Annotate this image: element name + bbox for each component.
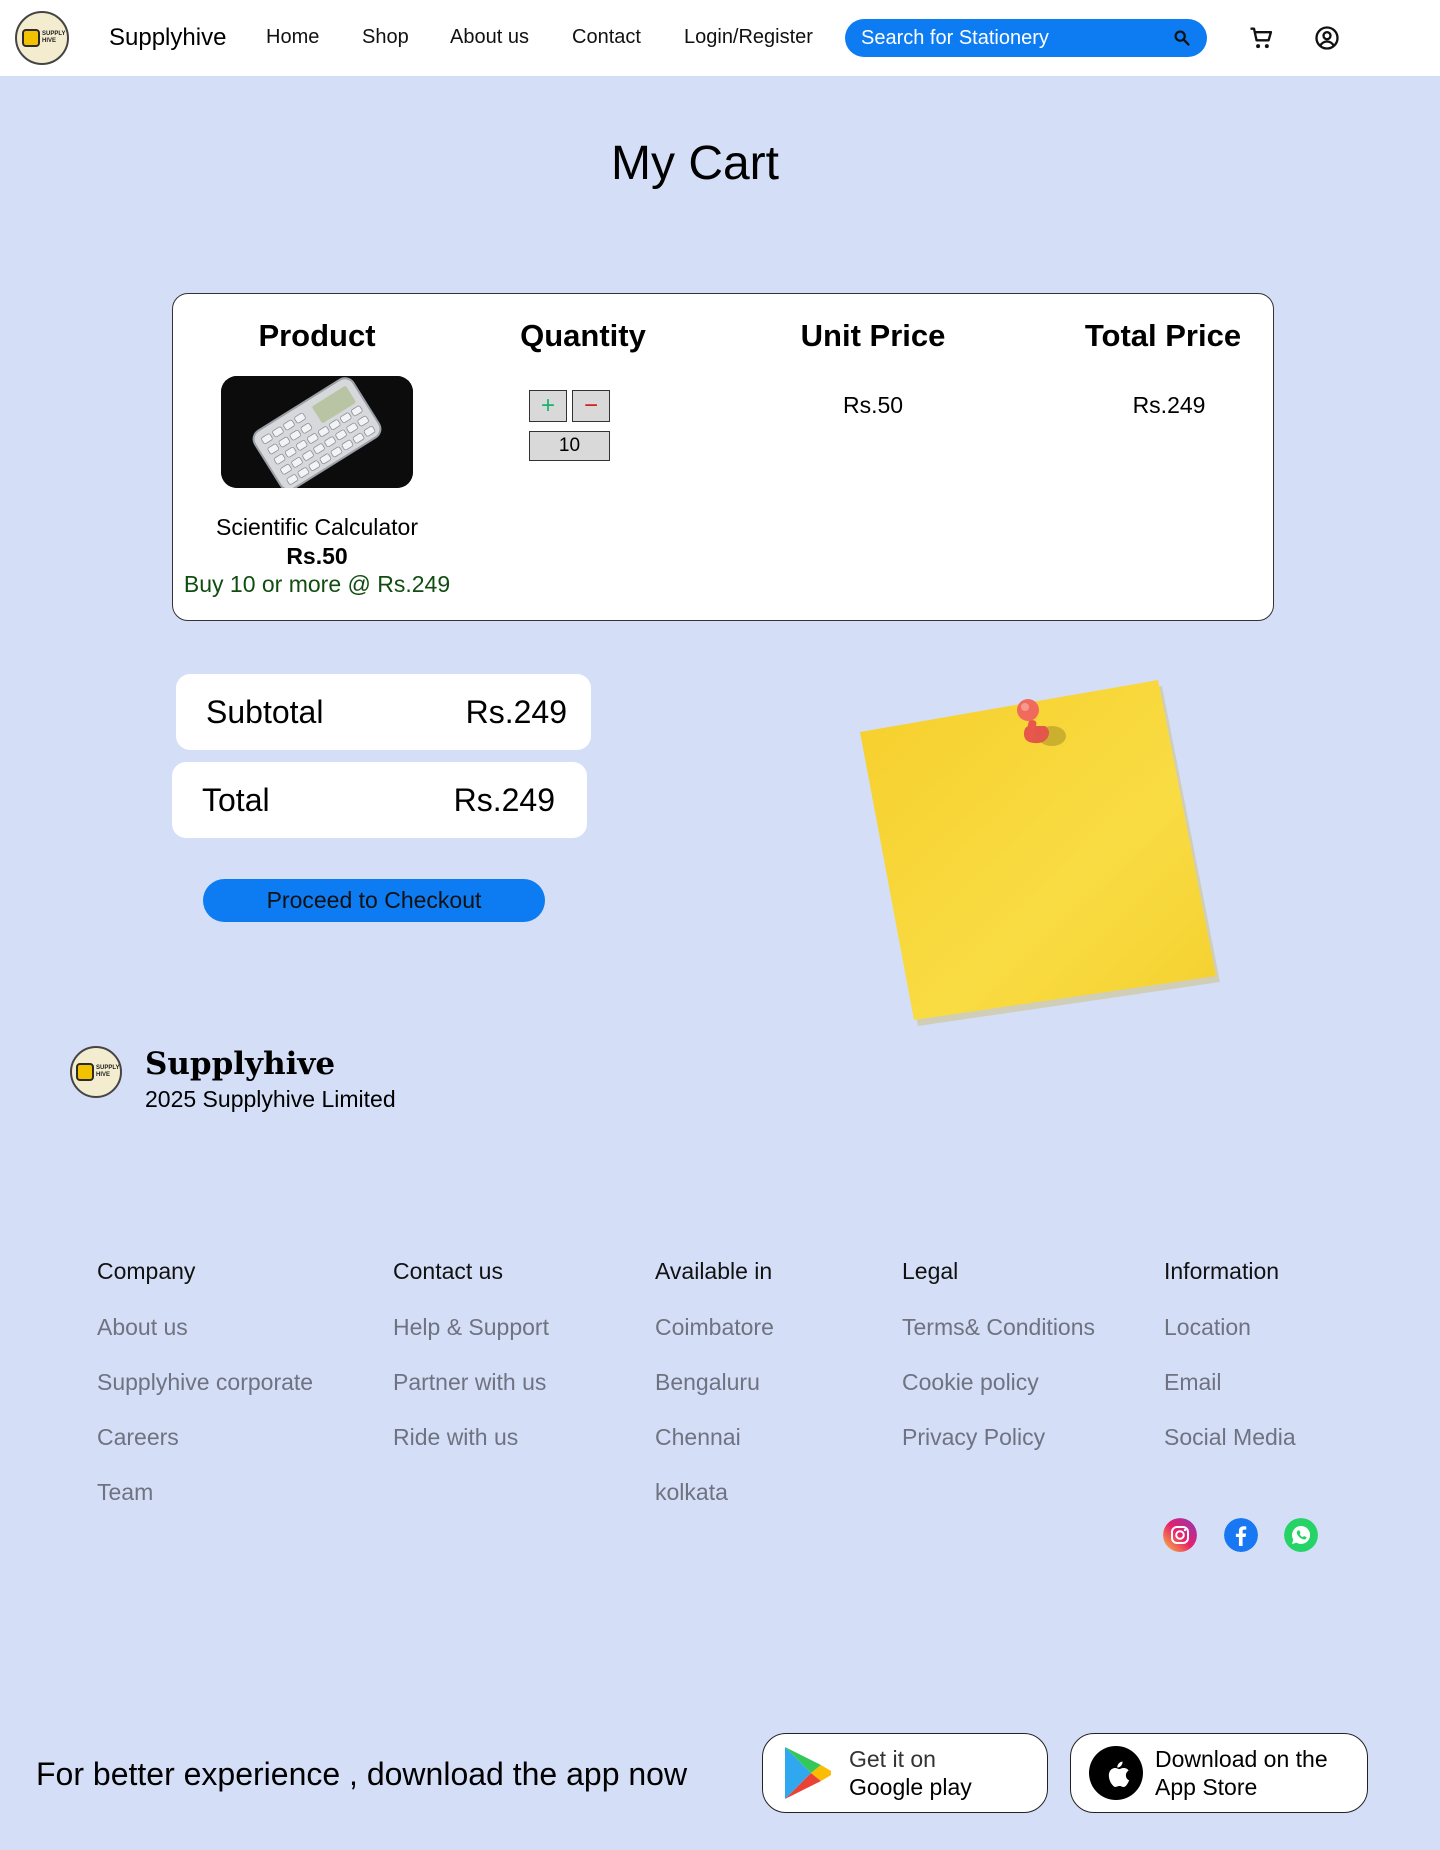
column-header-quantity: Quantity: [520, 318, 646, 353]
footer-link[interactable]: Help & Support: [393, 1314, 549, 1341]
footer-link[interactable]: Supplyhive corporate: [97, 1369, 313, 1396]
footer-column-legal: Legal Terms& Conditions Cookie policy Pr…: [902, 1258, 1095, 1479]
footer-link[interactable]: Ride with us: [393, 1424, 549, 1451]
nav-login-register[interactable]: Login/Register: [684, 26, 813, 49]
quantity-decrease-button[interactable]: −: [572, 390, 610, 422]
page-title: My Cart: [611, 137, 779, 190]
app-store-line1: Download on the: [1155, 1746, 1328, 1772]
sticky-note-image: [860, 680, 1220, 1040]
footer-link[interactable]: Careers: [97, 1424, 313, 1451]
product-image-calculator[interactable]: [221, 376, 413, 488]
nav-about[interactable]: About us: [450, 26, 529, 49]
footer-link[interactable]: Team: [97, 1479, 313, 1506]
search-input[interactable]: [861, 26, 1171, 50]
google-play-icon: [785, 1747, 831, 1799]
footer-link[interactable]: kolkata: [655, 1479, 774, 1506]
whatsapp-icon[interactable]: [1284, 1518, 1318, 1552]
footer-column-available-in: Available in Coimbatore Bengaluru Chenna…: [655, 1258, 774, 1534]
footer-column-contact: Contact us Help & Support Partner with u…: [393, 1258, 549, 1479]
footer-link[interactable]: Location: [1164, 1314, 1296, 1341]
column-header-product: Product: [258, 318, 376, 353]
footer-link[interactable]: Privacy Policy: [902, 1424, 1095, 1451]
footer-copyright: 2025 Supplyhive Limited: [145, 1086, 396, 1112]
google-play-line2: Google play: [849, 1774, 972, 1800]
footer-link[interactable]: Chennai: [655, 1424, 774, 1451]
apple-icon: [1089, 1746, 1143, 1800]
footer-logo[interactable]: SUPPLY HIVE: [70, 1046, 122, 1098]
footer-link[interactable]: Terms& Conditions: [902, 1314, 1095, 1341]
footer-link[interactable]: Social Media: [1164, 1424, 1296, 1451]
quantity-field[interactable]: 10: [529, 431, 610, 461]
total-label: Total: [202, 781, 270, 818]
nav-home[interactable]: Home: [266, 26, 319, 49]
footer-link[interactable]: Cookie policy: [902, 1369, 1095, 1396]
brand-name[interactable]: Supplyhive: [109, 24, 226, 52]
column-header-unit-price: Unit Price: [800, 318, 946, 353]
app-store-line2: App Store: [1155, 1774, 1258, 1800]
footer-column-company: Company About us Supplyhive corporate Ca…: [97, 1258, 313, 1534]
total-price-value: Rs.249: [1132, 392, 1206, 418]
subtotal-row: Subtotal Rs.249: [176, 674, 591, 750]
facebook-icon[interactable]: [1224, 1518, 1258, 1552]
footer-heading: Contact us: [393, 1258, 503, 1284]
footer-heading: Available in: [655, 1258, 773, 1284]
app-store-button[interactable]: Download on the App Store: [1070, 1733, 1368, 1813]
column-header-total-price: Total Price: [1084, 318, 1242, 353]
google-play-line1: Get it on: [849, 1746, 936, 1772]
logo-text: SUPPLY HIVE: [42, 31, 66, 44]
user-icon[interactable]: [1313, 24, 1341, 52]
footer-brand-name: Supplyhive: [145, 1046, 336, 1082]
subtotal-value: Rs.249: [465, 693, 567, 730]
google-play-button[interactable]: Get it on Google play: [762, 1733, 1048, 1813]
footer-heading: Information: [1164, 1258, 1280, 1284]
total-value: Rs.249: [453, 781, 555, 818]
unit-price-value: Rs.50: [842, 392, 904, 418]
footer-link[interactable]: About us: [97, 1314, 313, 1341]
footer-column-information: Information Location Email Social Media: [1164, 1258, 1296, 1479]
footer-link[interactable]: Partner with us: [393, 1369, 549, 1396]
top-header: SUPPLY HIVE Supplyhive Home Shop About u…: [0, 0, 1440, 76]
footer-link[interactable]: Bengaluru: [655, 1369, 774, 1396]
search-icon[interactable]: [1171, 27, 1193, 49]
nav-shop[interactable]: Shop: [362, 26, 409, 49]
brand-logo[interactable]: SUPPLY HIVE: [15, 11, 69, 65]
quantity-increase-button[interactable]: +: [529, 390, 567, 422]
cart-table: Product Quantity Unit Price Total Price …: [172, 293, 1274, 621]
footer-link[interactable]: Coimbatore: [655, 1314, 774, 1341]
footer-heading: Company: [97, 1258, 196, 1284]
cart-icon[interactable]: [1247, 24, 1275, 52]
product-name[interactable]: Scientific Calculator: [173, 514, 461, 541]
download-app-text: For better experience , download the app…: [36, 1756, 688, 1792]
checkout-button[interactable]: Proceed to Checkout: [203, 879, 545, 922]
footer-heading: Legal: [902, 1258, 959, 1284]
subtotal-label: Subtotal: [206, 693, 324, 730]
total-row: Total Rs.249: [172, 762, 587, 838]
footer-logo-text: SUPPLY HIVE: [96, 1065, 120, 1078]
search-bar: [845, 19, 1207, 57]
instagram-icon[interactable]: [1163, 1518, 1197, 1552]
product-offer: Buy 10 or more @ Rs.249: [183, 571, 451, 597]
footer-link[interactable]: Email: [1164, 1369, 1296, 1396]
product-price: Rs.50: [286, 543, 348, 569]
nav-contact[interactable]: Contact: [572, 26, 641, 49]
